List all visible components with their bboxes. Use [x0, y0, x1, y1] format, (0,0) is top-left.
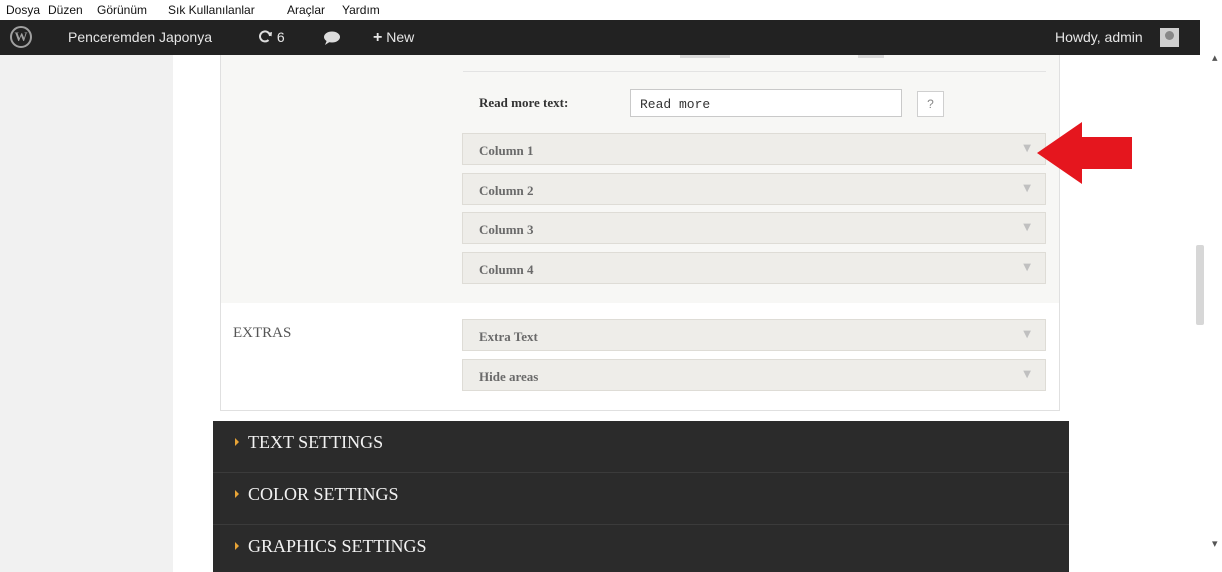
site-name-link[interactable]: Penceremden Japonya: [68, 29, 212, 45]
section-title: GRAPHICS SETTINGS: [248, 536, 427, 556]
admin-sidebar: [0, 55, 173, 572]
read-more-text-input[interactable]: Read more: [630, 89, 902, 117]
divider: [463, 71, 1046, 72]
wp-admin-bar: W Penceremden Japonya 6 + New Howdy, adm…: [0, 20, 1200, 55]
browser-menubar: Dosya Düzen Görünüm Sık Kullanılanlar Ar…: [0, 0, 1222, 20]
section-title: TEXT SETTINGS: [248, 432, 384, 452]
accordion-column-4[interactable]: Column 4 ▼: [462, 252, 1046, 284]
accordion-label: Extra Text: [479, 329, 538, 344]
menu-araclar[interactable]: Araçlar: [287, 3, 325, 17]
section-title: COLOR SETTINGS: [248, 484, 399, 504]
avatar[interactable]: [1160, 28, 1179, 47]
accordion-label: Column 1: [479, 143, 534, 158]
menu-gorunum[interactable]: Görünüm: [97, 3, 147, 17]
scrollbar-thumb[interactable]: [1196, 245, 1204, 325]
triangle-down-icon: ▼: [1023, 329, 1031, 340]
accordion-label: Column 3: [479, 222, 534, 237]
caret-right-icon: [235, 490, 239, 498]
section-graphics-settings[interactable]: GRAPHICS SETTINGS: [213, 525, 1069, 572]
triangle-down-icon: ▼: [1023, 222, 1031, 233]
howdy-account-link[interactable]: Howdy, admin: [1055, 29, 1143, 45]
wordpress-logo-icon[interactable]: W: [10, 26, 32, 48]
comments-link[interactable]: [323, 31, 341, 48]
triangle-down-icon: ▼: [1023, 143, 1031, 154]
plus-icon: +: [373, 29, 383, 46]
updates-count: 6: [276, 29, 285, 45]
triangle-down-icon: ▼: [1023, 262, 1031, 273]
divider: [858, 55, 884, 58]
triangle-down-icon: ▼: [1023, 183, 1031, 194]
section-text-settings[interactable]: TEXT SETTINGS: [213, 421, 1069, 473]
menu-duzen[interactable]: Düzen: [48, 3, 83, 17]
accordion-hide-areas[interactable]: Hide areas ▼: [462, 359, 1046, 391]
updates-link[interactable]: 6: [257, 29, 285, 45]
menu-yardim[interactable]: Yardım: [342, 3, 380, 17]
caret-right-icon: [235, 438, 239, 446]
divider: [680, 55, 730, 58]
menu-sik-kullanilanlar[interactable]: Sık Kullanılanlar: [168, 3, 255, 17]
caret-right-icon: [235, 542, 239, 550]
help-button[interactable]: ?: [917, 91, 944, 117]
accordion-column-3[interactable]: Column 3 ▼: [462, 212, 1046, 244]
menu-dosya[interactable]: Dosya: [6, 3, 40, 17]
extras-heading: EXTRAS: [233, 325, 292, 341]
comment-bubble-icon: [324, 31, 340, 45]
new-content-link[interactable]: + New: [373, 29, 414, 47]
accordion-label: Hide areas: [479, 369, 539, 384]
red-arrow-annotation-icon: [1037, 122, 1132, 184]
accordion-label: Column 2: [479, 183, 534, 198]
scroll-down-icon[interactable]: ▾: [1212, 537, 1218, 550]
accordion-column-1[interactable]: Column 1 ▼: [462, 133, 1046, 165]
read-more-label: Read more text:: [479, 95, 569, 110]
accordion-extra-text[interactable]: Extra Text ▼: [462, 319, 1046, 351]
section-color-settings[interactable]: COLOR SETTINGS: [213, 473, 1069, 525]
triangle-down-icon: ▼: [1023, 369, 1031, 380]
accordion-column-2[interactable]: Column 2 ▼: [462, 173, 1046, 205]
scroll-up-icon[interactable]: ▴: [1212, 51, 1218, 64]
refresh-icon: [259, 30, 272, 43]
accordion-label: Column 4: [479, 262, 534, 277]
new-label: New: [386, 29, 415, 45]
